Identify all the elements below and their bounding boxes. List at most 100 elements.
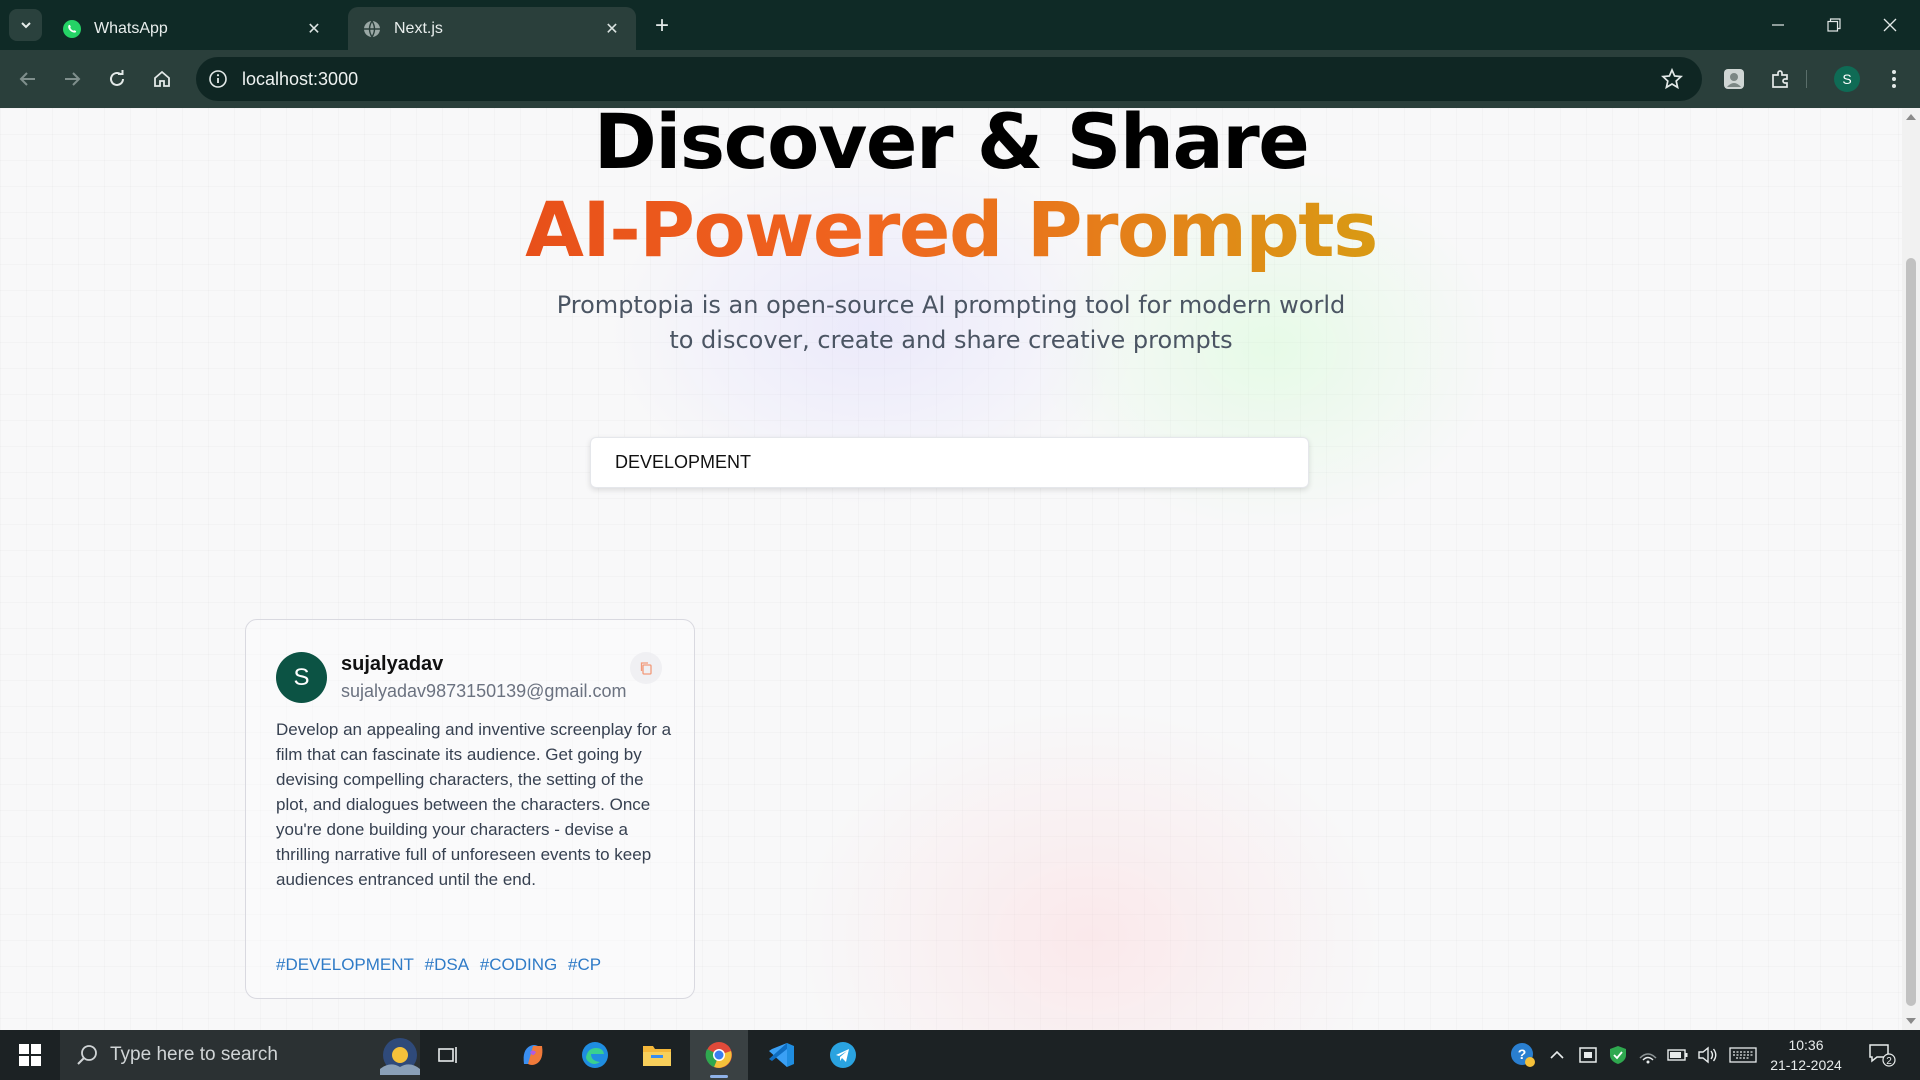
scroll-down-arrow[interactable] bbox=[1906, 1018, 1916, 1024]
card-username[interactable]: sujalyadav bbox=[341, 653, 443, 676]
search-input[interactable]: DEVELOPMENT bbox=[590, 437, 1309, 488]
edge-button[interactable] bbox=[566, 1030, 624, 1080]
search-icon bbox=[77, 1045, 97, 1065]
security-tray-button[interactable] bbox=[1604, 1030, 1632, 1080]
help-tray-button[interactable]: ? bbox=[1506, 1030, 1540, 1080]
browser-toolbar: localhost:3000 S bbox=[0, 50, 1920, 108]
back-button[interactable] bbox=[8, 59, 48, 99]
url-text[interactable]: localhost:3000 bbox=[242, 69, 358, 90]
extension-app-icon bbox=[1724, 69, 1744, 89]
chevron-up-icon bbox=[1550, 1050, 1564, 1059]
clock-date: 21-12-2024 bbox=[1770, 1057, 1842, 1073]
page-scrollbar[interactable] bbox=[1902, 108, 1920, 1030]
info-icon[interactable] bbox=[206, 67, 230, 91]
show-hidden-icons-button[interactable] bbox=[1544, 1030, 1570, 1080]
task-view-icon bbox=[438, 1047, 457, 1063]
copilot-button[interactable] bbox=[504, 1030, 562, 1080]
tab-search-button[interactable] bbox=[9, 9, 42, 41]
telegram-icon bbox=[830, 1042, 856, 1068]
address-bar[interactable]: localhost:3000 bbox=[196, 57, 1702, 101]
chrome-button[interactable] bbox=[690, 1030, 748, 1080]
file-explorer-button[interactable] bbox=[628, 1030, 686, 1080]
chevron-down-icon bbox=[20, 22, 31, 29]
wifi-icon bbox=[1639, 1053, 1657, 1064]
chrome-icon bbox=[705, 1042, 732, 1068]
tag-link[interactable]: #DSA bbox=[425, 955, 469, 974]
profile-button[interactable]: S bbox=[1827, 59, 1867, 99]
notification-center-button[interactable]: 2 bbox=[1862, 1030, 1902, 1080]
scroll-up-arrow[interactable] bbox=[1906, 114, 1916, 120]
avatar[interactable]: S bbox=[276, 652, 327, 703]
vscode-icon bbox=[769, 1043, 794, 1067]
windows-logo-icon bbox=[19, 1044, 41, 1066]
bookmark-star-icon[interactable] bbox=[1660, 67, 1684, 91]
keyboard-icon bbox=[1729, 1047, 1757, 1063]
home-button[interactable] bbox=[142, 59, 182, 99]
close-window-button[interactable] bbox=[1862, 0, 1918, 50]
start-button[interactable] bbox=[0, 1030, 60, 1080]
toolbar-divider bbox=[1806, 70, 1807, 88]
active-indicator bbox=[710, 1075, 728, 1078]
tag-link[interactable]: #DEVELOPMENT bbox=[276, 955, 414, 974]
speaker-icon bbox=[1698, 1046, 1717, 1064]
menu-button[interactable] bbox=[1874, 59, 1914, 99]
keyboard-tray-button[interactable] bbox=[1726, 1030, 1760, 1080]
copilot-icon bbox=[523, 1045, 543, 1065]
network-tray-button[interactable] bbox=[1634, 1030, 1662, 1080]
close-icon[interactable]: ✕ bbox=[304, 19, 324, 39]
hero-title: Discover & Share bbox=[593, 108, 1310, 186]
whatsapp-icon bbox=[62, 19, 82, 39]
taskbar-search-box[interactable]: Type here to search bbox=[60, 1030, 420, 1080]
card-tags: #DEVELOPMENT #DSA #CODING #CP bbox=[276, 955, 607, 975]
arrow-left-icon bbox=[19, 72, 35, 86]
avatar: S bbox=[1834, 66, 1860, 92]
windows-taskbar: Type here to search ? 10:36 21-12-2024 2 bbox=[0, 1030, 1920, 1080]
close-icon bbox=[1883, 18, 1897, 32]
tray-app-button[interactable] bbox=[1574, 1030, 1602, 1080]
card-email: sujalyadav9873150139@gmail.com bbox=[341, 681, 627, 701]
hero-gradient-text: AI-Powered Prompts bbox=[525, 185, 1378, 274]
tag-link[interactable]: #CP bbox=[568, 955, 601, 974]
globe-icon bbox=[362, 19, 382, 39]
prompt-card[interactable]: S sujalyadav sujalyadav9873150139@gmail.… bbox=[245, 619, 695, 999]
weather-sun-icon bbox=[380, 1038, 420, 1075]
reload-icon bbox=[110, 70, 124, 86]
tag-link[interactable]: #CODING bbox=[480, 955, 557, 974]
tray-app-icon bbox=[1579, 1047, 1597, 1063]
reload-button[interactable] bbox=[97, 59, 137, 99]
shield-icon bbox=[1610, 1046, 1626, 1064]
extensions-button[interactable] bbox=[1761, 59, 1801, 99]
puzzle-icon bbox=[1772, 70, 1788, 88]
copy-button[interactable] bbox=[630, 652, 662, 684]
arrow-right-icon bbox=[65, 72, 81, 86]
close-icon[interactable]: ✕ bbox=[602, 19, 622, 39]
battery-tray-button[interactable] bbox=[1664, 1030, 1692, 1080]
hero-description: Promptopia is an open-source AI promptin… bbox=[556, 291, 1346, 354]
new-tab-button[interactable]: + bbox=[648, 12, 676, 40]
system-clock[interactable]: 10:36 21-12-2024 bbox=[1762, 1035, 1850, 1075]
vscode-button[interactable] bbox=[752, 1030, 810, 1080]
minimize-icon bbox=[1772, 24, 1784, 26]
home-icon bbox=[154, 70, 170, 87]
hero-subtitle: AI-Powered Prompts bbox=[0, 190, 1902, 270]
notification-icon: 2 bbox=[1869, 1044, 1896, 1067]
svg-text:?: ? bbox=[1518, 1046, 1527, 1062]
notification-count: 2 bbox=[1886, 1056, 1892, 1067]
card-prompt-text: Develop an appealing and inventive scree… bbox=[276, 720, 672, 889]
copy-icon bbox=[640, 662, 652, 675]
file-explorer-icon bbox=[643, 1046, 671, 1066]
tab-nextjs[interactable]: Next.js ✕ bbox=[348, 7, 636, 50]
minimize-button[interactable] bbox=[1750, 0, 1806, 50]
telegram-button[interactable] bbox=[814, 1030, 872, 1080]
more-vertical-icon bbox=[1892, 70, 1896, 88]
page-viewport: Discover & Share AI-Powered Prompts Prom… bbox=[0, 108, 1902, 1030]
extension-button[interactable] bbox=[1714, 59, 1754, 99]
task-view-button[interactable] bbox=[420, 1030, 478, 1080]
battery-icon bbox=[1667, 1049, 1688, 1061]
browser-tab-bar: WhatsApp ✕ Next.js ✕ + bbox=[0, 0, 1920, 50]
tab-whatsapp[interactable]: WhatsApp ✕ bbox=[48, 7, 338, 50]
volume-tray-button[interactable] bbox=[1694, 1030, 1722, 1080]
restore-button[interactable] bbox=[1806, 0, 1862, 50]
scrollbar-thumb[interactable] bbox=[1906, 258, 1916, 1006]
forward-button[interactable] bbox=[52, 59, 92, 99]
